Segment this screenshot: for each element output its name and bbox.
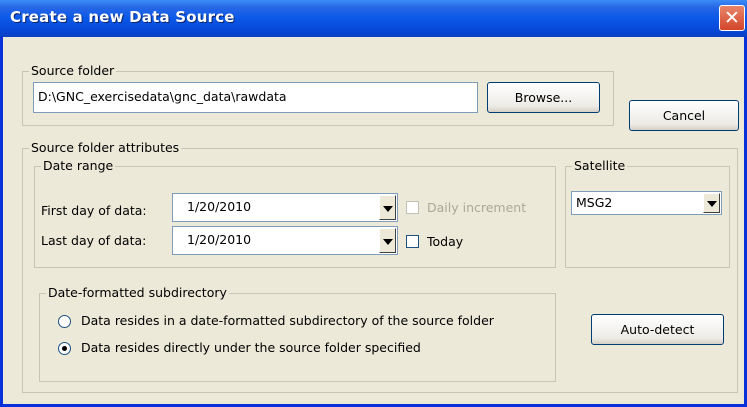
last-day-dropdown[interactable]: 1/20/2010	[172, 226, 398, 255]
create-data-source-dialog: Create a new Data Source ✕ Source folder…	[0, 0, 747, 407]
cancel-button[interactable]: Cancel	[629, 100, 739, 131]
today-checkbox[interactable]	[406, 235, 419, 248]
direct-radio[interactable]	[58, 342, 71, 355]
daily-increment-label: Daily increment	[427, 200, 527, 215]
date-range-legend: Date range	[43, 158, 114, 173]
source-folder-legend: Source folder	[31, 63, 115, 78]
first-day-value: 1/20/2010	[187, 199, 252, 214]
direct-option-label: Data resides directly under the source f…	[81, 340, 421, 355]
close-icon: ✕	[724, 7, 740, 29]
cancel-button-label: Cancel	[662, 108, 706, 123]
auto-detect-button-label: Auto-detect	[620, 322, 695, 337]
source-folder-attributes-legend: Source folder attributes	[31, 140, 180, 155]
browse-button[interactable]: Browse...	[487, 82, 600, 113]
chevron-down-icon[interactable]	[379, 195, 396, 220]
last-day-label: Last day of data:	[41, 233, 147, 248]
satellite-legend: Satellite	[574, 158, 626, 173]
today-label: Today	[427, 234, 464, 249]
satellite-dropdown[interactable]: MSG2	[571, 191, 722, 215]
first-day-label: First day of data:	[41, 203, 147, 218]
date-subdirectory-legend: Date-formatted subdirectory	[48, 285, 227, 300]
browse-button-label: Browse...	[514, 90, 573, 105]
date-subdirectory-group: Date-formatted subdirectory	[39, 286, 556, 382]
subdirectory-option-label: Data resides in a date-formatted subdire…	[81, 313, 494, 328]
last-day-value: 1/20/2010	[187, 232, 252, 247]
chevron-down-icon[interactable]	[703, 193, 720, 213]
subdirectory-radio[interactable]	[58, 315, 71, 328]
satellite-value: MSG2	[576, 195, 613, 210]
auto-detect-button[interactable]: Auto-detect	[591, 314, 724, 345]
chevron-down-icon[interactable]	[379, 228, 396, 253]
window-title: Create a new Data Source	[10, 8, 235, 26]
title-bar[interactable]: Create a new Data Source ✕	[0, 0, 747, 37]
source-folder-input[interactable]: D:\GNC_exercisedata\gnc_data\rawdata	[33, 82, 478, 113]
first-day-dropdown[interactable]: 1/20/2010	[172, 193, 398, 222]
close-button[interactable]: ✕	[719, 5, 745, 31]
daily-increment-checkbox[interactable]	[406, 201, 419, 214]
